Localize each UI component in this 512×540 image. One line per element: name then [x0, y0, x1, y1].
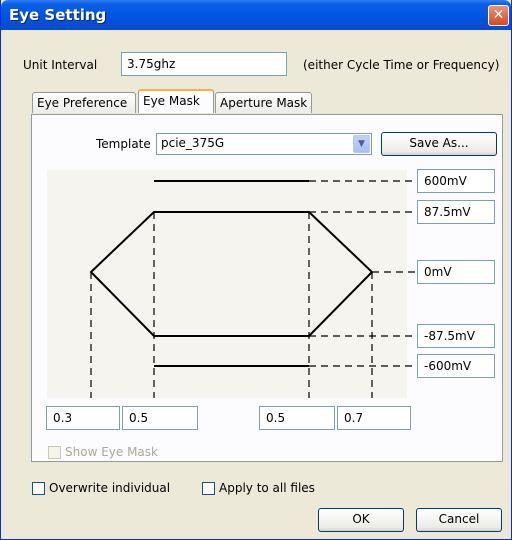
voltage-0mv-input[interactable]: 0mV	[417, 260, 495, 284]
voltage-87mv-input[interactable]: 87.5mV	[417, 200, 495, 224]
eye-setting-window: Eye Setting ✕ Unit Interval 3.75ghz (eit…	[0, 0, 512, 540]
time-03-input[interactable]: 0.3	[46, 406, 120, 430]
eye-mask-hexagon	[89, 211, 374, 337]
time-05-left-input[interactable]: 0.5	[122, 406, 198, 430]
apply-all-files-checkbox[interactable]	[202, 482, 215, 495]
cancel-button[interactable]: Cancel	[416, 508, 502, 532]
voltage-600mv-input[interactable]: 600mV	[417, 169, 495, 193]
ok-button[interactable]: OK	[318, 508, 404, 532]
tab-eye-mask[interactable]: Eye Mask	[138, 89, 214, 113]
time-07-input[interactable]: 0.7	[337, 406, 411, 430]
time-05-right-input[interactable]: 0.5	[259, 406, 335, 430]
voltage-neg600mv-input[interactable]: -600mV	[417, 354, 495, 378]
voltage-neg87mv-input[interactable]: -87.5mV	[417, 324, 495, 348]
overwrite-individual-label: Overwrite individual	[49, 481, 171, 495]
overwrite-individual-checkbox[interactable]	[32, 482, 45, 495]
show-eye-mask-checkbox[interactable]	[48, 446, 61, 459]
show-eye-mask-label: Show Eye Mask	[65, 445, 158, 459]
apply-all-files-label: Apply to all files	[219, 481, 315, 495]
